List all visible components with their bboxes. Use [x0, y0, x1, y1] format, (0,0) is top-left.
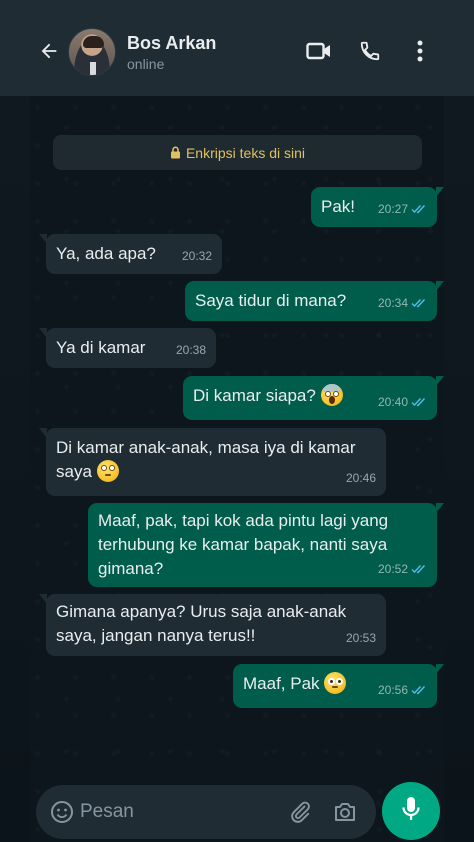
message-text-line: Gimana apanya? Urus saja anak-anak [56, 602, 347, 621]
message-text: Di kamar siapa? [193, 386, 316, 405]
contact-status: online [127, 56, 165, 72]
attach-icon[interactable] [286, 798, 314, 826]
encryption-notice[interactable]: Enkripsi teks di sini [53, 135, 422, 170]
message-time: 20:52 [377, 562, 408, 576]
message-text: Ya, ada apa? [56, 244, 156, 263]
message-text: Ya di kamar [56, 338, 146, 357]
read-tick-icon [411, 564, 427, 574]
read-tick-icon [411, 685, 427, 695]
pleading-face-emoji [324, 672, 347, 694]
message-bubble-outgoing[interactable]: Di kamar siapa? 20:40 [183, 376, 444, 420]
message-time: 20:34 [377, 296, 408, 310]
encryption-text: Enkripsi teks di sini [185, 144, 306, 161]
message-text-line: saya [56, 462, 92, 481]
message-bubble-incoming[interactable]: Ya di kamar 20:38 [39, 328, 216, 368]
contact-name[interactable]: Bos Arkan [127, 33, 216, 54]
message-bubble-incoming[interactable]: Ya, ada apa? 20:32 [39, 234, 222, 274]
message-time: 20:40 [377, 395, 408, 409]
emoji-icon[interactable] [48, 798, 76, 826]
phone-icon[interactable] [357, 38, 383, 64]
message-bubble-outgoing[interactable]: Maaf, Pak 20:56 [233, 664, 444, 708]
message-text-line: Maaf, pak, tapi kok ada pintu lagi yang [98, 511, 389, 530]
message-bubble-incoming[interactable]: Di kamar anak-anak, masa iya di kamar sa… [39, 428, 386, 496]
back-arrow-icon[interactable] [36, 38, 62, 64]
message-text: Pak! [321, 197, 356, 216]
message-text-line: terhubung ke kamar bapak, nanti saya [98, 535, 388, 554]
message-bubble-outgoing[interactable]: Maaf, pak, tapi kok ada pintu lagi yang … [88, 503, 444, 587]
message-bubble-outgoing[interactable]: Saya tidur di mana? 20:34 [185, 281, 444, 321]
message-input[interactable] [80, 799, 270, 825]
mic-button[interactable] [382, 782, 440, 840]
more-options-icon[interactable] [408, 38, 432, 64]
message-text: Maaf, Pak [243, 674, 320, 693]
message-bubble-incoming[interactable]: Gimana apanya? Urus saja anak-anak saya,… [39, 594, 386, 656]
eye-roll-face-emoji [96, 460, 119, 482]
mic-icon [401, 796, 421, 827]
screaming-face-emoji [320, 384, 343, 406]
message-time: 20:56 [377, 683, 408, 697]
message-input-bar [36, 785, 376, 839]
message-text-line: Di kamar anak-anak, masa iya di kamar [56, 438, 356, 457]
message-time: 20:27 [377, 202, 408, 216]
read-tick-icon [411, 204, 427, 214]
message-text-line: saya, jangan nanya terus!! [56, 626, 256, 645]
message-time: 20:32 [181, 249, 212, 263]
camera-icon[interactable] [331, 798, 359, 826]
read-tick-icon [411, 298, 427, 308]
avatar[interactable] [68, 28, 116, 76]
message-time: 20:46 [345, 471, 376, 485]
lock-icon [170, 146, 181, 159]
chat-header: Bos Arkan online [0, 0, 474, 96]
video-call-icon[interactable] [305, 38, 333, 64]
message-bubble-outgoing[interactable]: Pak! 20:27 [311, 187, 444, 227]
read-tick-icon [411, 397, 427, 407]
message-text: Saya tidur di mana? [195, 291, 347, 310]
message-time: 20:53 [345, 631, 376, 645]
message-time: 20:38 [175, 343, 206, 357]
